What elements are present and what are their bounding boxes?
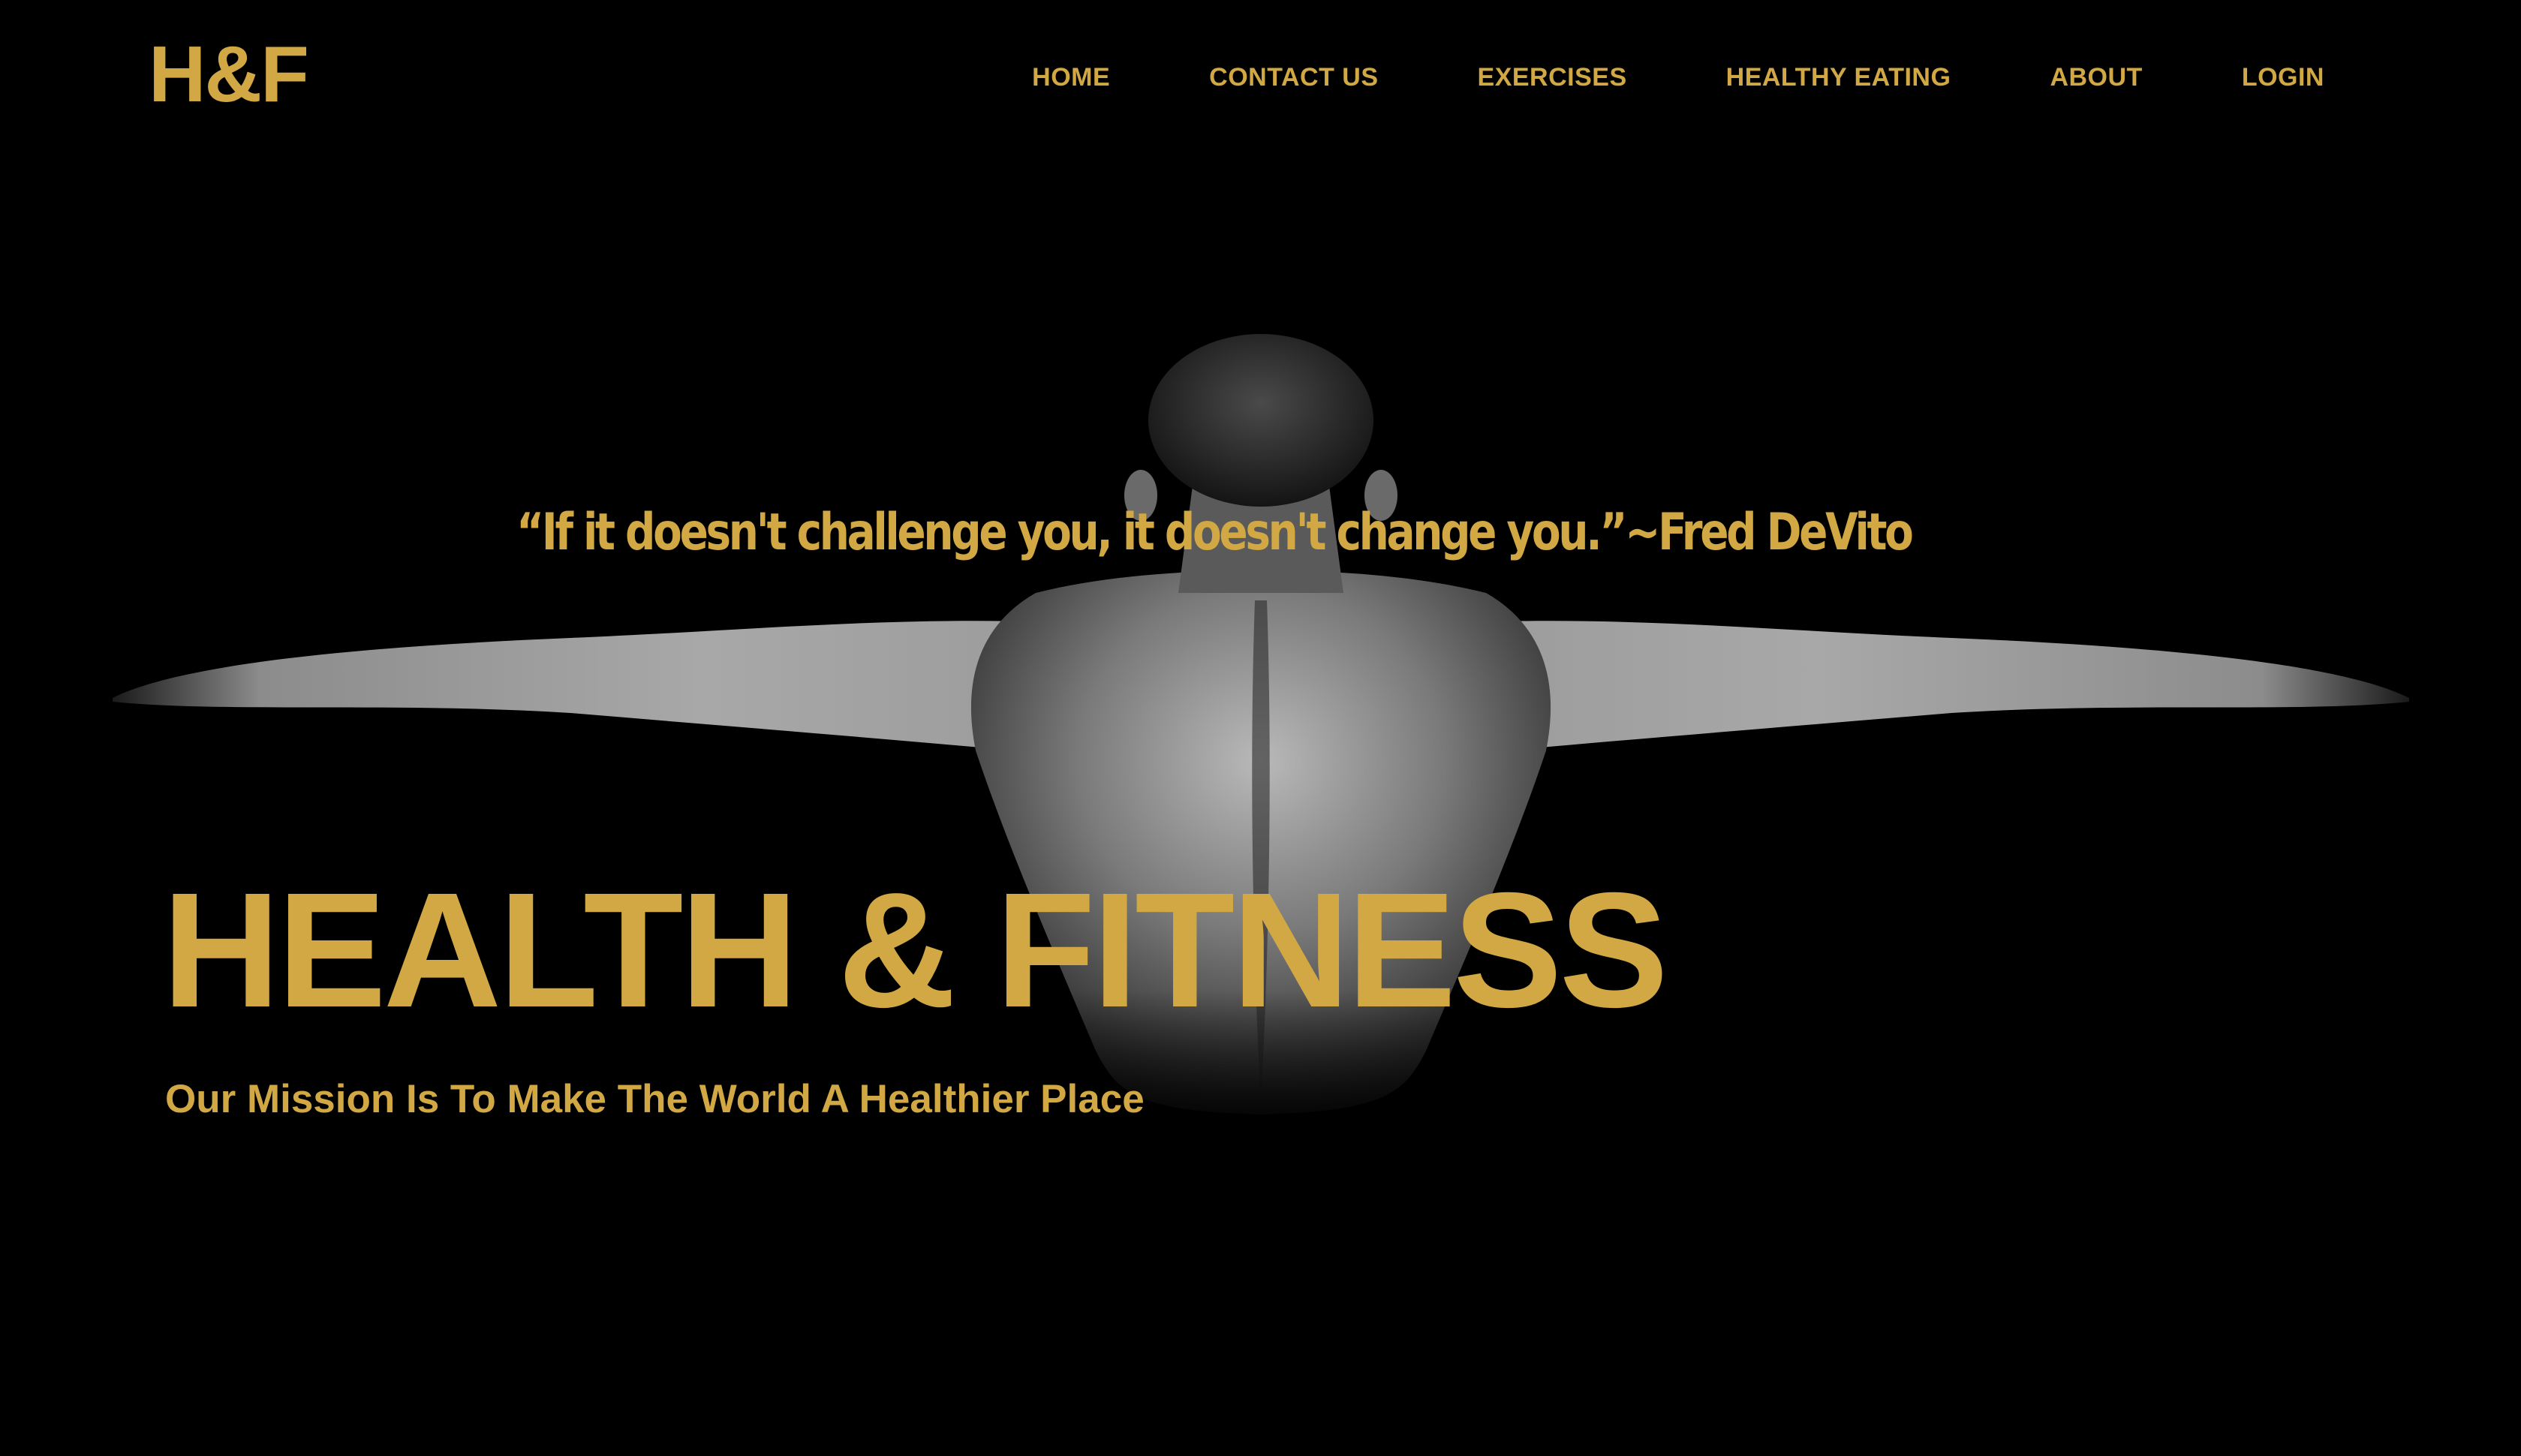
site-logo[interactable]: H&F [149, 35, 309, 114]
hero-tagline: Our Mission Is To Make The World A Healt… [165, 1077, 1145, 1121]
nav-exercises[interactable]: EXERCISES [1478, 65, 1627, 90]
nav-healthy-eating[interactable]: HEALTHY EATING [1726, 65, 1951, 90]
nav-home[interactable]: HOME [1032, 65, 1110, 90]
landing-page: H&F HOME CONTACT US EXERCISES HEALTHY EA… [0, 0, 2521, 1456]
hero-title: HEALTH & FITNESS [162, 859, 1668, 1042]
nav-login[interactable]: LOGIN [2242, 65, 2324, 90]
nav-contact-us[interactable]: CONTACT US [1209, 65, 1378, 90]
hero-athlete-image [113, 334, 2409, 1141]
nav-about[interactable]: ABOUT [2050, 65, 2142, 90]
hero-quote: “If it doesn't challenge you, it doesn't… [516, 503, 1914, 562]
main-nav: HOME CONTACT US EXERCISES HEALTHY EATING… [1032, 65, 2324, 90]
